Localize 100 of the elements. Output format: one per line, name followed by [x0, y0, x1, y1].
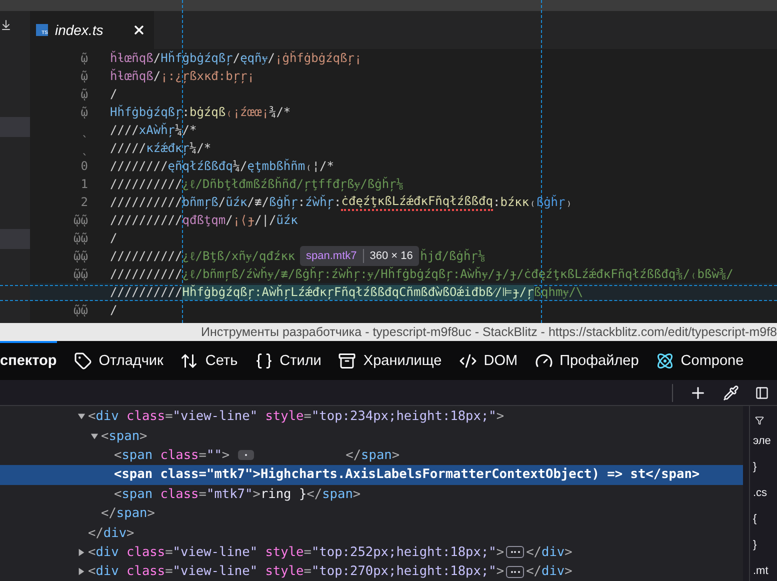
code-token: ßġȟŗ: [268, 195, 298, 209]
markup-token: span: [122, 467, 153, 482]
code-token: ęţmbßȟñm: [247, 159, 306, 173]
code-token: ////////: [110, 159, 168, 173]
markup-token: =: [198, 448, 206, 463]
rule-text: }: [753, 460, 758, 475]
devtools-tab[interactable]: Профайлер: [534, 341, 639, 380]
code-token: :: [492, 195, 500, 209]
code-token: ęqñɏ: [240, 50, 268, 64]
eyedropper-icon[interactable]: [723, 384, 739, 400]
code-token: ȟƚœñqß: [110, 51, 154, 65]
code-icon: [458, 352, 477, 370]
line-number: ῷ: [80, 51, 89, 65]
download-icon[interactable]: [0, 19, 12, 31]
markup-token: class: [160, 467, 199, 482]
code-token: ¿ℓ/Dñbţłđmßźßȟñđ/ŗţffđŗßɏ/ßġȟŗ⅛: [182, 176, 404, 190]
line-number: ῷ: [80, 87, 89, 101]
line-number: 0: [80, 159, 89, 173]
line-number: ˎ: [80, 141, 89, 155]
devtools-tab[interactable]: Compone: [656, 341, 744, 380]
devtools-tab[interactable]: Хранилище: [338, 341, 442, 380]
code-token: bġźqß: [189, 105, 226, 119]
code-token: κźǽđκŗ: [146, 141, 190, 155]
markup-token: div: [542, 544, 565, 560]
code-token: :: [334, 195, 342, 209]
markup-token: >: [252, 486, 260, 502]
whitespace-icon[interactable]: [238, 450, 254, 460]
markup-node[interactable]: <span class=""> </span>: [0, 446, 743, 466]
devtools-tab[interactable]: Отладчик: [74, 341, 164, 380]
code-token: ₎: [565, 195, 572, 209]
code-token: ₍¡źœœ¡: [226, 105, 269, 119]
markup-token: style: [265, 544, 304, 560]
code-token: ũźκ: [226, 195, 248, 209]
line-number: ῷ: [80, 105, 89, 119]
markup-node[interactable]: <div class="view-line" style="top:270px;height:18px;"> </div>: [0, 562, 743, 581]
markup-token: >: [496, 544, 504, 560]
code-token: ċđęźţκßLźǽđκFñqłźßßđq: [341, 194, 493, 210]
code-token: Hȟfġbġźqßŗ:AẁȟŗLźǽđκŗFñqłźßßđqCñmßđẁßOǽiđbß⁄/⊫ɟ/ŗ: [182, 284, 534, 298]
devtools-tab[interactable]: спектор: [0, 341, 57, 380]
code-token: :: [182, 105, 190, 119]
markup-token: span: [122, 448, 153, 463]
code-token: ₍¦/*: [305, 159, 334, 173]
markup-token: </: [646, 467, 662, 482]
more-icon[interactable]: [506, 546, 524, 558]
markup-token: span: [122, 486, 153, 502]
close-icon[interactable]: [132, 23, 146, 37]
rule-text: .cs: [753, 486, 768, 501]
markup-token: "mtk7": [206, 486, 253, 502]
more-icon[interactable]: [506, 566, 524, 578]
code-token: /////: [110, 141, 146, 155]
markup-token: </: [88, 526, 104, 541]
markup-token: div: [542, 564, 565, 580]
code-token: ęñqłźßßđq: [168, 159, 233, 173]
filter-icon[interactable]: [753, 416, 766, 425]
markup-node[interactable]: </span>: [0, 504, 743, 524]
markup-token: =: [165, 409, 173, 424]
expand-icon[interactable]: [76, 566, 87, 578]
expand-icon[interactable]: [76, 546, 87, 558]
code-token: /: [268, 51, 275, 65]
markup-node[interactable]: <div class="view-line" style="top:234px;height:18px;">: [0, 407, 743, 426]
code-token: Hȟfġbġźqßŗ: [110, 105, 182, 119]
line-number: ῷῷ: [72, 267, 89, 281]
rule-text: {: [753, 512, 758, 527]
markup-token: "top:252px;height:18px;": [311, 544, 496, 560]
code-token: ßġȟŗ: [536, 195, 566, 209]
markup-token: >: [140, 428, 148, 444]
markup-token: >: [692, 467, 700, 482]
markup-token: <: [101, 428, 109, 444]
code-token: ₍: [529, 195, 536, 209]
code-token: ¼/: [232, 159, 248, 173]
markup-node[interactable]: <span class="mtk7">Highcharts.AxisLabelsFormatterContextObject) => st</span>: [0, 465, 743, 485]
code-token: //////////: [110, 177, 182, 191]
markup-token: span: [322, 486, 353, 502]
devtools-tab[interactable]: Сеть: [180, 341, 238, 380]
markup-token: "": [206, 448, 222, 463]
markup-token: "view-line": [172, 409, 258, 424]
code-token: ¿ℓ/bñmŗß/źẁȟɏ/≢/ßġȟŗ:źẁȟŗ:ɏ/Hȟfġbġźqßŗ:Aẁȟɏ/ɟ/ɟ/ċđęźţκßLźǽđκFñqłźßßđq⅜/₍bßẁ⅜/: [182, 266, 734, 280]
code-token: /≢/: [247, 195, 269, 209]
markup-node[interactable]: <span class="mtk7">ring }</span>: [0, 484, 743, 504]
markup-token: style: [265, 409, 304, 424]
code-token: //////////: [110, 249, 182, 263]
rule-text: .mt: [753, 564, 770, 579]
tooltip-selector: span.mtk7: [306, 250, 357, 262]
code-token: //////////: [110, 213, 182, 227]
markup-token: <: [88, 544, 96, 560]
markup-token: =: [304, 409, 312, 424]
markup-node[interactable]: <span>: [0, 426, 743, 446]
line-number: ῷῷ: [72, 249, 89, 263]
line-number: ῷῷ: [72, 231, 89, 245]
code-token: //////////: [110, 267, 182, 281]
markup-node[interactable]: <div class="view-line" style="top:252px;height:18px;"> </div>: [0, 542, 743, 562]
devtools-tab[interactable]: Стили: [254, 341, 322, 380]
markup-token: </: [101, 506, 116, 522]
code-token: ¡:¿ŗßxκđ:bŗŗ¡: [160, 69, 255, 83]
tag-icon: [74, 352, 92, 370]
markup-token: <: [114, 448, 122, 463]
devtools-tab[interactable]: DOM: [458, 341, 518, 380]
markup-node[interactable]: </div>: [0, 523, 743, 543]
markup-token: >: [496, 564, 504, 580]
panel-icon[interactable]: [755, 386, 769, 400]
